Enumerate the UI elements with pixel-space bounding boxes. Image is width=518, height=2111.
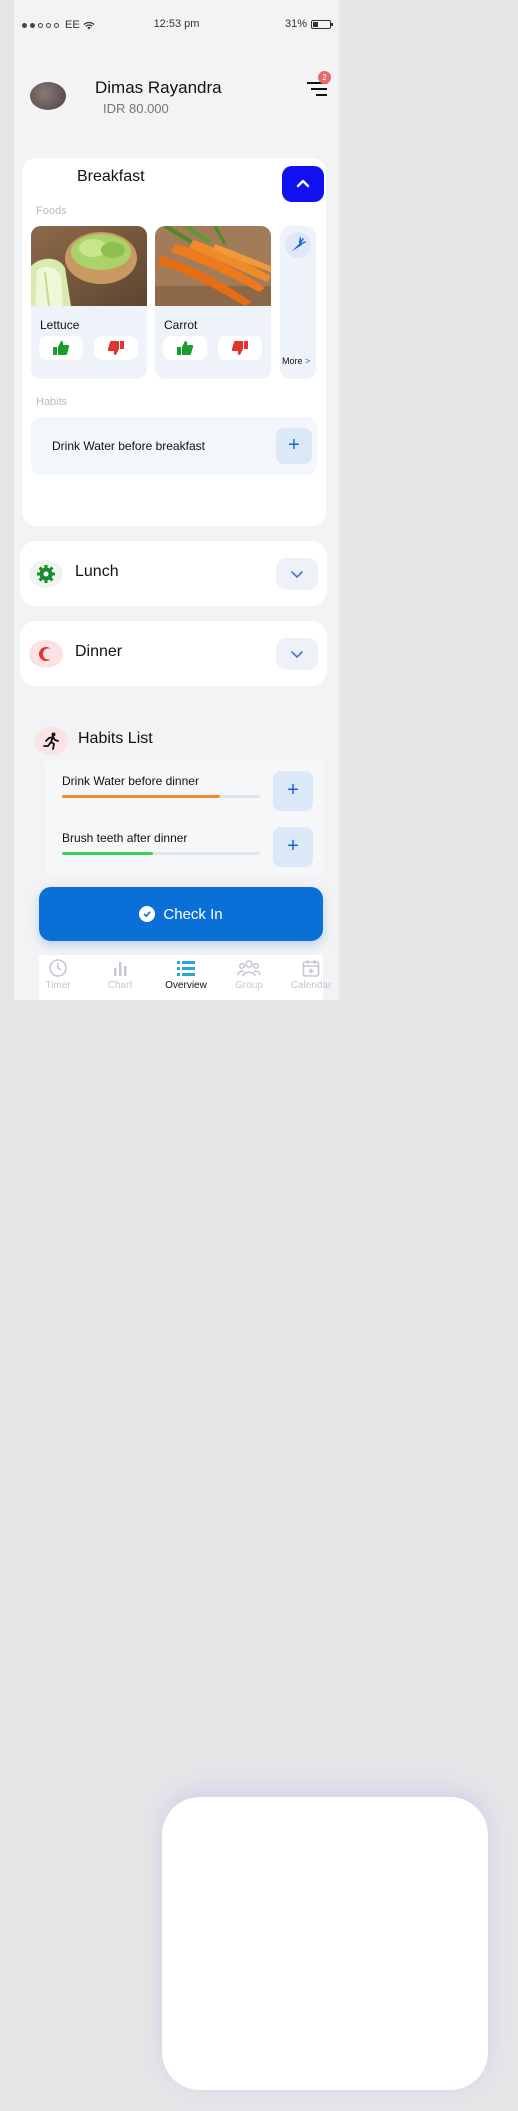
battery-indicator: 31% (284, 18, 333, 30)
tab-label: Timer (45, 980, 71, 991)
plus-icon: + (288, 434, 300, 456)
chevron-right-icon: > (305, 356, 311, 366)
profile-header: Dimas Rayandra IDR 80.000 2 (14, 60, 339, 130)
chevron-down-icon (291, 571, 303, 579)
tab-overview[interactable]: Overview (158, 958, 214, 991)
expand-lunch-button[interactable] (276, 558, 318, 590)
plus-icon: + (287, 779, 299, 801)
add-habit-button[interactable]: + (273, 827, 313, 867)
food-name: Carrot (164, 318, 198, 332)
like-button[interactable] (39, 336, 83, 360)
tab-label: Overview (165, 980, 207, 991)
plus-icon: + (287, 835, 299, 857)
thumbs-up-icon (177, 341, 194, 355)
lunch-title: Lunch (75, 563, 119, 580)
like-button[interactable] (163, 336, 207, 360)
more-foods-card[interactable]: More > (280, 226, 316, 379)
tab-timer[interactable]: Timer (30, 958, 86, 991)
bottom-tab-bar: Timer Chart Overview Group Calendar (39, 955, 331, 1000)
breakfast-title: Breakfast (77, 168, 145, 185)
tab-chart[interactable]: Chart (92, 958, 148, 991)
dinner-card[interactable]: Dinner (20, 621, 327, 686)
tab-label: Calendar (290, 980, 332, 991)
add-habit-button[interactable]: + (273, 771, 313, 811)
habit-item-name: Drink Water before dinner (62, 774, 199, 788)
bar-chart-icon (114, 962, 127, 976)
carrot-photo (155, 226, 271, 306)
bottom-sheet (162, 1797, 488, 2090)
food-name: Lettuce (40, 318, 80, 332)
habit-name: Drink Water before breakfast (52, 439, 205, 453)
dinner-title: Dinner (75, 643, 123, 660)
habit-row: Drink Water before breakfast + (31, 417, 317, 475)
habits-list-title: Habits List (78, 730, 153, 747)
check-in-label: Check In (163, 905, 223, 923)
chevron-up-icon (296, 179, 310, 188)
phone-screen: EE 12:53 pm 31% Dimas Rayandra IDR 80.00… (14, 0, 339, 1000)
lunch-card[interactable]: Lunch (20, 541, 327, 606)
list-icon (177, 961, 195, 976)
foods-label: Foods (36, 205, 67, 217)
habit-item-name: Brush teeth after dinner (62, 831, 188, 845)
check-in-button[interactable]: Check In (39, 887, 323, 941)
chevron-down-icon (291, 651, 303, 659)
food-card-carrot[interactable]: Carrot (155, 226, 271, 379)
breakfast-card: Breakfast Foods Lettuce Carrot More > Ha… (22, 158, 326, 526)
food-card-lettuce[interactable]: Lettuce (31, 226, 147, 379)
carrot-icon (285, 232, 311, 258)
status-bar: EE 12:53 pm 31% (14, 0, 339, 50)
tab-group[interactable]: Group (221, 958, 277, 991)
crescent-icon (29, 640, 63, 668)
tab-label: Group (235, 980, 263, 991)
dislike-button[interactable] (94, 336, 138, 360)
dislike-button[interactable] (218, 336, 262, 360)
user-name: Dimas Rayandra (95, 78, 222, 97)
calendar-icon (302, 960, 320, 977)
check-icon (139, 906, 156, 922)
tab-calendar[interactable]: Calendar (283, 958, 339, 991)
battery-icon (311, 19, 333, 29)
battery-percent: 31% (284, 18, 307, 30)
tab-label: Chart (107, 980, 133, 991)
habits-label: Habits (36, 396, 68, 408)
running-icon (34, 727, 68, 755)
thumbs-down-icon (231, 341, 248, 355)
more-foods-link[interactable]: More > (282, 356, 310, 366)
clock-icon (49, 959, 67, 977)
thumbs-down-icon (107, 341, 124, 355)
thumbs-up-icon (53, 341, 70, 355)
expand-dinner-button[interactable] (276, 638, 318, 670)
gear-icon (29, 560, 63, 588)
group-icon (237, 960, 261, 977)
habit-progress-bar (62, 795, 260, 798)
habit-progress-bar (62, 852, 260, 855)
add-habit-button[interactable]: + (276, 428, 312, 464)
avatar[interactable] (30, 82, 66, 110)
collapse-breakfast-button[interactable] (282, 166, 324, 202)
lettuce-photo (31, 226, 147, 306)
notification-badge: 2 (318, 71, 331, 84)
user-balance: IDR 80.000 (103, 101, 169, 116)
